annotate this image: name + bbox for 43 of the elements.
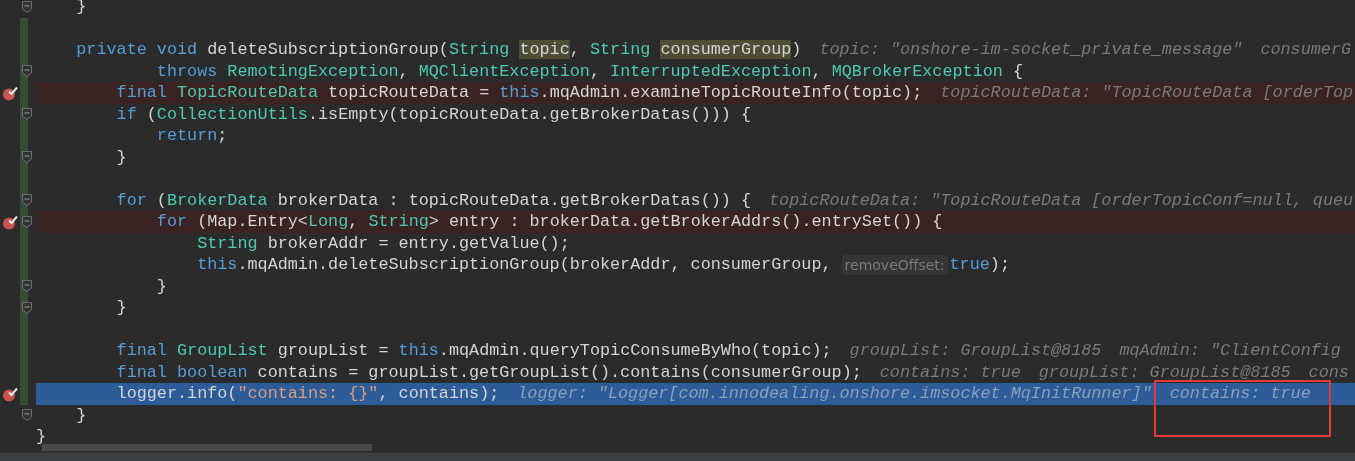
debug-value-hint: cons — [1308, 361, 1349, 383]
code-line: for (Map.Entry<Long, String> entry : brokerData.getBrokerAddrs().entrySet()) { — [156, 211, 943, 233]
code-line: logger.info("contains: {}", contains); — [116, 383, 500, 405]
code-line: } — [116, 146, 127, 168]
debug-value-hint: groupList: GroupList@8185 — [849, 340, 1102, 362]
code-line: } — [76, 404, 87, 426]
code-line: } — [36, 426, 47, 448]
code-line: this.mqAdmin.deleteSubscriptionGroup(brokerAddr, consumerGroup, — [197, 254, 832, 276]
fold-icon[interactable] — [22, 151, 32, 164]
debug-value-hint: groupList: GroupList@8185 — [1038, 361, 1291, 383]
fold-icon[interactable] — [22, 0, 32, 13]
breakpoint-icon[interactable] — [2, 213, 18, 230]
code-line: final boolean contains = groupList.getGroupList().contains(consumerGroup); — [116, 361, 862, 383]
scrollbar-thumb[interactable] — [42, 444, 372, 451]
debug-value-hint: topic: "onshore-im-socket_private_message" — [819, 39, 1243, 61]
debug-value-hint: mqAdmin: "ClientConfig — [1119, 340, 1341, 362]
fold-icon[interactable] — [22, 65, 32, 78]
debug-value-hint: consumerG — [1260, 39, 1352, 61]
code-line: String brokerAddr = entry.getValue(); — [197, 232, 570, 254]
fold-icon[interactable] — [22, 301, 32, 314]
code-line: if (CollectionUtils.isEmpty(topicRouteData.getBrokerDatas())) { — [116, 103, 752, 125]
debug-value-hint: contains: true — [1169, 383, 1311, 405]
code-line: for (BrokerData brokerData : topicRouteData.getBrokerDatas()) { — [116, 189, 752, 211]
breakpoint-icon[interactable] — [2, 385, 18, 402]
code-line: throws RemotingException, MQClientException, InterruptedException, MQBrokerException { — [156, 60, 1023, 82]
code-line: private void deleteSubscriptionGroup(String topic, String consumerGroup) — [76, 39, 802, 61]
fold-icon[interactable] — [22, 108, 32, 121]
fold-icon[interactable] — [22, 215, 32, 228]
parameter-hint: removeOffset: — [841, 254, 948, 275]
code-line: return; — [156, 125, 228, 147]
code-line: true); — [949, 254, 1010, 276]
debug-value-hint: topicRouteData: "TopicRouteData [orderTop — [940, 82, 1354, 104]
debug-value-hint: topicRouteData: "TopicRouteData [orderTopicConf=null, queu — [769, 189, 1354, 211]
code-line: } — [116, 297, 127, 319]
fold-icon[interactable] — [22, 280, 32, 293]
code-line: final TopicRouteData topicRouteData = this.mqAdmin.examineTopicRouteInfo(topic); — [116, 82, 923, 104]
debug-value-hint: contains: true — [879, 361, 1021, 383]
fold-icon[interactable] — [22, 194, 32, 207]
breakpoint-icon[interactable] — [2, 84, 18, 101]
debug-value-hint: logger: "Logger[com.innodealing.onshore.imsocket.MqInitRunner]" — [517, 383, 1152, 405]
fold-icon[interactable] — [22, 409, 32, 422]
code-line: } — [156, 275, 167, 297]
code-line: final GroupList groupList = this.mqAdmin.queryTopicConsumeByWho(topic); — [116, 340, 832, 362]
